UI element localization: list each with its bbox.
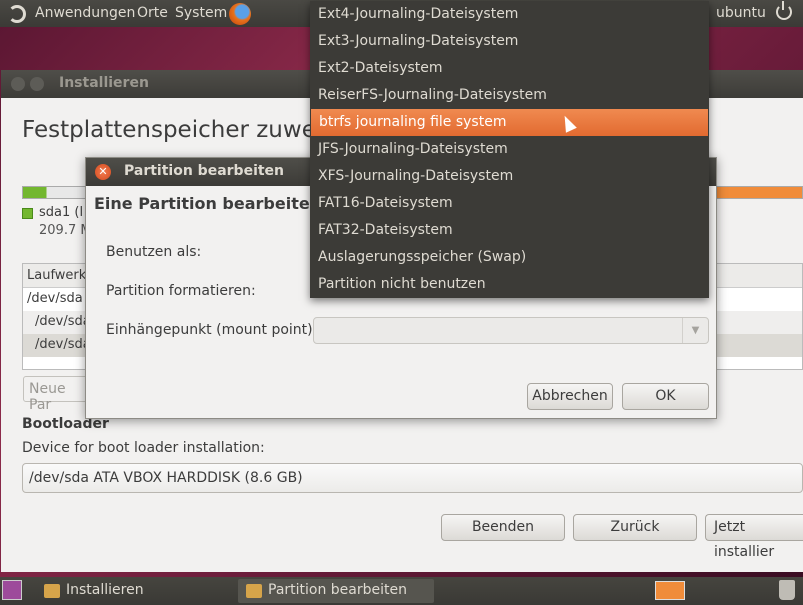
menu-item-reiserfs[interactable]: ReiserFS-Journaling-Dateisystem (310, 82, 709, 109)
install-now-button[interactable]: Jetzt installier (705, 514, 803, 560)
minimize-icon[interactable] (30, 77, 44, 91)
menu-item-jfs[interactable]: JFS-Journaling-Dateisystem (310, 136, 709, 163)
dialog-heading: Eine Partition bearbeite (94, 194, 310, 213)
filesystem-dropdown-menu: Ext4-Journaling-Dateisystem Ext3-Journal… (310, 1, 709, 298)
ubuntu-logo-icon[interactable] (8, 5, 26, 23)
firefox-icon[interactable] (229, 3, 251, 25)
partition-color-swatch (22, 208, 33, 219)
menu-item-btrfs[interactable]: btrfs journaling file system (311, 109, 708, 136)
quit-button[interactable]: Beenden (441, 514, 565, 541)
back-button[interactable]: Zurück (573, 514, 697, 541)
cancel-button[interactable]: Abbrechen (527, 383, 613, 410)
menu-system[interactable]: System (175, 5, 227, 21)
page-title: Festplattenspeicher zuwe (22, 117, 316, 143)
taskbar-item-label: Partition bearbeiten (268, 582, 407, 598)
menu-item-do-not-use[interactable]: Partition nicht benutzen (310, 271, 709, 298)
user-menu[interactable]: ubuntu (716, 5, 766, 21)
mount-point-select[interactable]: ▼ (313, 317, 709, 344)
close-icon[interactable]: ✕ (95, 164, 111, 180)
taskbar-item-label: Installieren (66, 582, 144, 598)
format-label: Partition formatieren: (106, 283, 256, 299)
chevron-down-icon[interactable]: ▼ (682, 318, 708, 343)
use-as-label: Benutzen als: (106, 244, 202, 260)
window-title: Installieren (59, 75, 149, 91)
mount-point-label: Einhängepunkt (mount point): (106, 322, 318, 338)
menu-item-swap[interactable]: Auslagerungsspeicher (Swap) (310, 244, 709, 271)
menu-item-xfs[interactable]: XFS-Journaling-Dateisystem (310, 163, 709, 190)
bootloader-device-select[interactable]: /dev/sda ATA VBOX HARDDISK (8.6 GB) (22, 463, 803, 493)
menu-item-ext4[interactable]: Ext4-Journaling-Dateisystem (310, 1, 709, 28)
menu-item-fat16[interactable]: FAT16-Dateisystem (310, 190, 709, 217)
bottom-panel: Installieren Partition bearbeiten (0, 577, 803, 605)
menu-item-ext2[interactable]: Ext2-Dateisystem (310, 55, 709, 82)
show-desktop-icon[interactable] (2, 580, 22, 600)
workspace-switcher[interactable] (655, 581, 685, 600)
new-partition-button[interactable]: Neue Par (23, 376, 93, 413)
dialog-title: Partition bearbeiten (124, 163, 285, 179)
power-icon[interactable] (776, 1, 792, 20)
installer-icon (44, 584, 60, 598)
taskbar-item-installer[interactable]: Installieren (36, 579, 232, 603)
close-icon[interactable] (11, 77, 25, 91)
ok-button[interactable]: OK (622, 383, 709, 410)
installer-icon (246, 584, 262, 598)
menu-places[interactable]: Orte (137, 5, 168, 21)
menu-item-ext3[interactable]: Ext3-Journaling-Dateisystem (310, 28, 709, 55)
partition-label: sda1 (l (39, 205, 84, 220)
taskbar-item-edit-partition[interactable]: Partition bearbeiten (238, 579, 434, 603)
trash-icon[interactable] (779, 580, 795, 600)
bootloader-label: Device for boot loader installation: (22, 440, 265, 456)
partition-size: 209.7 M (39, 223, 92, 238)
menu-item-fat32[interactable]: FAT32-Dateisystem (310, 217, 709, 244)
menu-applications[interactable]: Anwendungen (35, 5, 135, 21)
